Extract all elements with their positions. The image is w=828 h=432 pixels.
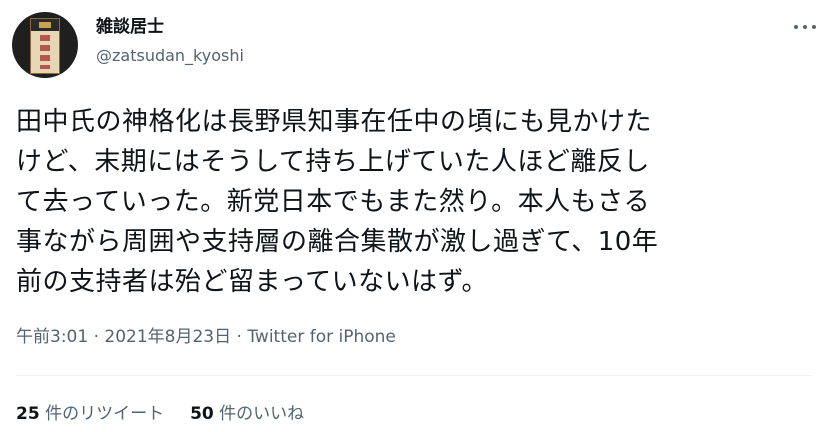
tweet-source[interactable]: Twitter for iPhone <box>247 327 396 347</box>
tweet-text: 田中氏の神格化は長野県知事在任中の頃にも見かけた けど、末期にはそうして持ち上げ… <box>16 102 816 302</box>
tweet-text-line: けど、末期にはそうして持ち上げていた人ほど離反し <box>16 147 650 177</box>
tweet-meta: 午前3:01 · 2021年8月23日 · Twitter for iPhone <box>16 325 396 349</box>
likes-count: 50 <box>190 404 214 424</box>
meta-separator: · <box>231 327 248 347</box>
tweet-time[interactable]: 午前3:01 <box>16 327 88 347</box>
meta-separator: · <box>88 327 105 347</box>
retweets-stat[interactable]: 25 件のリツイート <box>16 404 164 424</box>
tweet-text-line: 田中氏の神格化は長野県知事在任中の頃にも見かけた <box>16 107 653 137</box>
user-handle[interactable]: @zatsudan_kyoshi <box>96 45 244 67</box>
avatar[interactable] <box>12 12 78 78</box>
tweet-text-line: 事ながら周囲や支持層の離合集散が激し過ぎて、10年 <box>16 227 659 257</box>
tweet-text-line: 前の支持者は殆ど留まっていないはず。 <box>16 267 489 297</box>
tweet-date[interactable]: 2021年8月23日 <box>104 327 231 347</box>
more-horizontal-icon[interactable] <box>792 16 818 36</box>
likes-stat[interactable]: 50 件のいいね <box>190 404 304 424</box>
display-name[interactable]: 雑談居士 <box>96 16 164 38</box>
tweet-text-line: て去っていった。新党日本でもまた然り。本人もさる <box>16 187 651 217</box>
engagement-stats: 25 件のリツイート 50 件のいいね <box>16 402 304 426</box>
divider <box>16 375 812 376</box>
likes-label: 件のいいね <box>213 404 305 424</box>
retweets-count: 25 <box>16 404 40 424</box>
avatar-plaque-image <box>30 18 60 74</box>
retweets-label: 件のリツイート <box>39 404 165 424</box>
